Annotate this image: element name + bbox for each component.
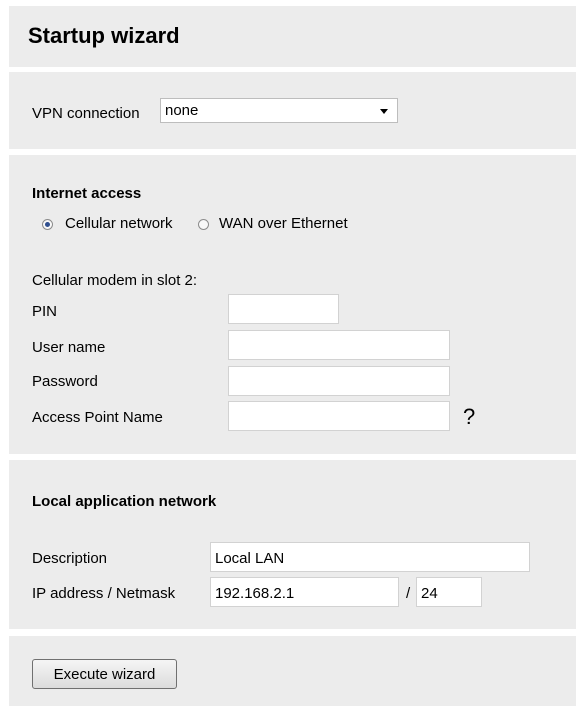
radio-cellular-network-label: Cellular network — [65, 215, 173, 232]
netmask-field[interactable] — [416, 577, 482, 607]
password-label: Password — [32, 373, 98, 390]
radio-wan-over-ethernet[interactable] — [198, 219, 209, 230]
pin-field[interactable] — [228, 294, 339, 324]
cellular-modem-label: Cellular modem in slot 2: — [32, 272, 198, 289]
netmask-separator: / — [406, 585, 411, 602]
username-field[interactable] — [228, 330, 450, 360]
description-label: Description — [32, 550, 108, 567]
vpn-connection-label: VPN connection — [32, 105, 140, 122]
apn-label: Access Point Name — [32, 409, 163, 426]
internet-access-panel: Internet access Cellular network WAN ove… — [9, 155, 576, 454]
username-label: User name — [32, 339, 106, 356]
title-panel: Startup wizard — [9, 6, 576, 67]
ip-netmask-label: IP address / Netmask — [32, 585, 176, 602]
execute-panel: Execute wizard — [9, 636, 576, 706]
local-network-heading: Local application network — [32, 493, 217, 510]
help-icon[interactable]: ? — [463, 404, 475, 430]
vpn-connection-select[interactable]: none — [160, 98, 398, 123]
vpn-connection-value: none — [165, 102, 199, 119]
description-field[interactable] — [210, 542, 530, 572]
internet-access-heading: Internet access — [32, 185, 142, 202]
password-field[interactable] — [228, 366, 450, 396]
radio-cellular-network[interactable] — [42, 219, 53, 230]
page-title: Startup wizard — [28, 23, 180, 48]
vpn-panel: VPN connection none — [9, 72, 576, 149]
local-network-panel: Local application network Description IP… — [9, 460, 576, 629]
execute-wizard-button[interactable]: Execute wizard — [32, 659, 177, 689]
pin-label: PIN — [32, 303, 58, 320]
apn-field[interactable] — [228, 401, 450, 431]
radio-wan-over-ethernet-label: WAN over Ethernet — [219, 215, 348, 232]
ip-address-field[interactable] — [210, 577, 399, 607]
chevron-down-icon — [380, 109, 388, 114]
